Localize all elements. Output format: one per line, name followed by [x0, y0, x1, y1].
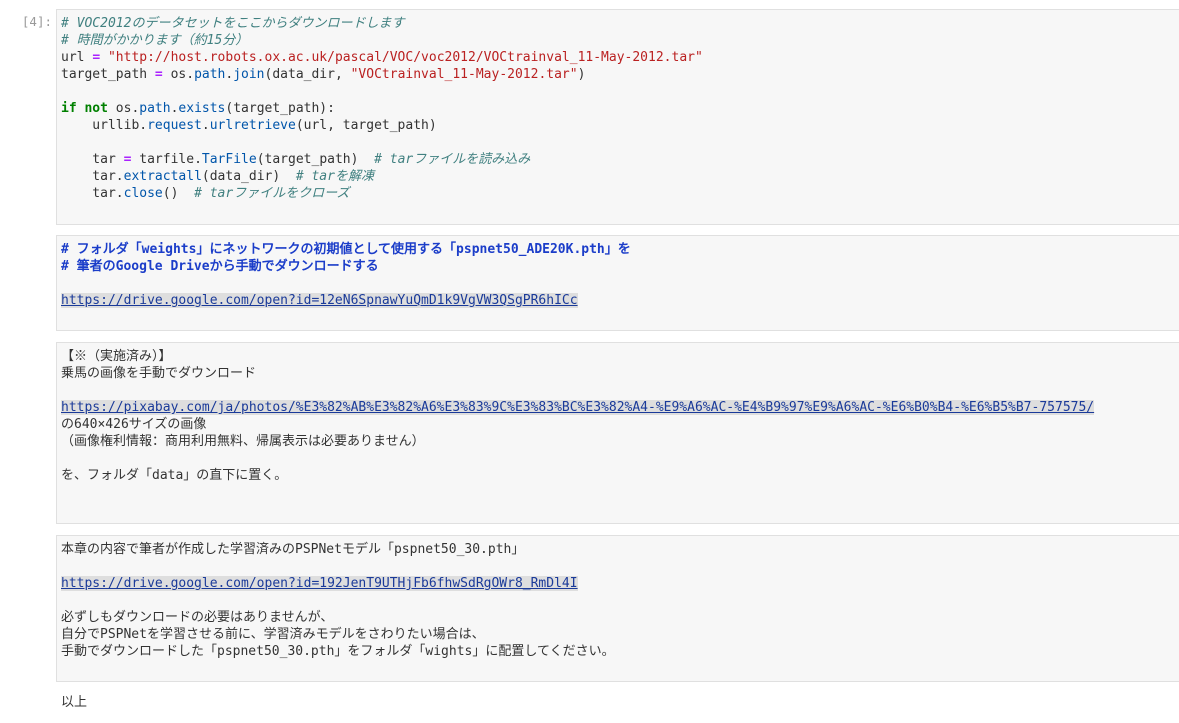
code-string: "http://host.robots.ox.ac.uk/pascal/VOC/…	[107, 50, 703, 65]
code-operator: =	[123, 152, 132, 167]
code-token: tar.	[61, 169, 124, 184]
code-line-url: url = "http://host.robots.ox.ac.uk/pasca…	[57, 49, 1179, 66]
text-line: 手動でダウンロードした「pspnet50_30.pth」をフォルダ「wights…	[61, 644, 615, 659]
text-line: 自分でPSPNetを学習させる前に、学習済みモデルをさわりたい場合は、	[61, 627, 485, 642]
cell-prompt: [4]:	[21, 14, 52, 29]
code-line-extractall: tar.extractall(data_dir) # tarを解凍	[57, 168, 1179, 185]
code-comment: # tarファイルをクローズ	[194, 186, 350, 201]
code-function: exists	[178, 101, 226, 116]
pretrained-model-link[interactable]: https://drive.google.com/open?id=192JenT…	[61, 576, 578, 591]
code-line-comment-2: # 時間がかかります（約15分）	[57, 32, 1179, 49]
text-line: 本章の内容で筆者が作成した学習済みのPSPNetモデル「pspnet50_30.…	[61, 542, 525, 557]
code-comment: # tarファイルを読み込み	[374, 152, 531, 167]
code-token: (url, target_path)	[295, 118, 437, 133]
cell-heading-line-1: # フォルダ「weights」にネットワークの初期値として使用する「pspnet…	[61, 242, 631, 257]
code-cell[interactable]: # VOC2012のデータセットをここからダウンロードします # 時間がかかりま…	[56, 9, 1179, 225]
text-cell-pretrained[interactable]: 本章の内容で筆者が作成した学習済みのPSPNetモデル「pspnet50_30.…	[56, 535, 1179, 682]
code-token: )	[577, 67, 586, 82]
code-line-urlretrieve: urllib.request.urlretrieve(url, target_p…	[57, 117, 1179, 134]
weights-download-link[interactable]: https://drive.google.com/open?id=12eN6Sp…	[61, 293, 578, 308]
text-cell-image[interactable]: 【※（実施済み）】 乗馬の画像を手動でダウンロード https://pixaba…	[56, 342, 1179, 524]
code-function: close	[123, 186, 163, 201]
code-line-close: tar.close() # tarファイルをクローズ	[57, 185, 1179, 202]
code-line-tarfile: tar = tarfile.TarFile(target_path) # tar…	[57, 151, 1179, 168]
code-token: target_path	[61, 67, 148, 82]
code-token: url	[61, 50, 85, 65]
link-line: https://drive.google.com/open?id=12eN6Sp…	[57, 292, 1179, 309]
code-token: (data_dir)	[201, 169, 296, 184]
code-token: os.	[115, 101, 140, 116]
code-comment: # tarを解凍	[295, 169, 374, 184]
text-line: を、フォルダ「data」の直下に置く。	[61, 468, 288, 483]
text-line: 乗馬の画像を手動でダウンロード	[61, 366, 257, 381]
code-function: urlretrieve	[209, 118, 296, 133]
code-token: tar	[61, 152, 124, 167]
code-line-comment-1: # VOC2012のデータセットをここからダウンロードします	[57, 15, 1179, 32]
code-attribute: request	[147, 118, 202, 133]
code-token: tar.	[61, 186, 124, 201]
code-keyword: if	[61, 101, 77, 116]
code-comment: # 時間がかかります（約15分）	[61, 33, 249, 48]
code-function: TarFile	[201, 152, 257, 167]
text-line: 【※（実施済み）】	[61, 349, 172, 364]
code-token: (target_path)	[256, 152, 375, 167]
code-function: join	[233, 67, 265, 82]
text-line: （画像権利情報：商用利用無料、帰属表示は必要ありません）	[61, 434, 425, 449]
text-cell-weights[interactable]: # フォルダ「weights」にネットワークの初期値として使用する「pspnet…	[56, 235, 1179, 331]
text-line: の640×426サイズの画像	[61, 417, 207, 432]
text-line: 必ずしもダウンロードの必要はありませんが、	[61, 610, 334, 625]
code-token: (data_dir,	[264, 67, 351, 82]
image-download-link[interactable]: https://pixabay.com/ja/photos/%E3%82%AB%…	[61, 400, 1095, 415]
code-comment: # VOC2012のデータセットをここからダウンロードします	[61, 16, 405, 31]
code-function: extractall	[123, 169, 202, 184]
link-line: https://drive.google.com/open?id=192JenT…	[57, 575, 1179, 592]
code-line-target-path: target_path = os.path.join(data_dir, "VO…	[57, 66, 1179, 83]
link-line: https://pixabay.com/ja/photos/%E3%82%AB%…	[57, 399, 1179, 416]
code-operator: =	[92, 50, 101, 65]
code-token: urllib.	[61, 118, 148, 133]
code-token: .	[201, 118, 210, 133]
footer-text: 以上	[61, 695, 88, 710]
code-token: os.	[170, 67, 195, 82]
code-token: ()	[162, 186, 195, 201]
code-attribute: path	[139, 101, 171, 116]
code-operator: =	[154, 67, 163, 82]
code-line-if: if not os.path.exists(target_path):	[57, 100, 1179, 117]
code-attribute: path	[194, 67, 226, 82]
cell-heading-line-2: # 筆者のGoogle Driveから手動でダウンロードする	[61, 259, 379, 274]
code-keyword: not	[84, 101, 108, 116]
code-token: tarfile.	[139, 152, 202, 167]
code-token: (target_path):	[225, 101, 335, 116]
code-string: "VOCtrainval_11-May-2012.tar"	[350, 67, 578, 82]
